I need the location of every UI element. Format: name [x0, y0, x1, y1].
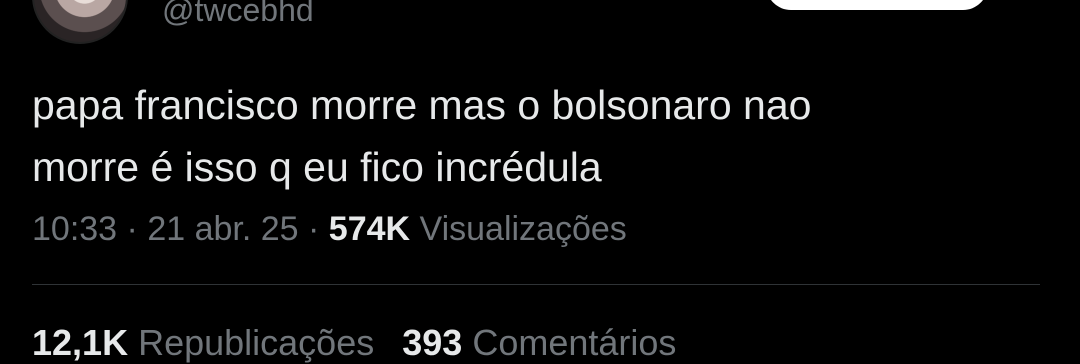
follow-button[interactable] — [766, 0, 988, 10]
views-label[interactable]: Visualizações — [410, 210, 627, 248]
tweet-date[interactable]: 21 abr. 25 — [147, 210, 298, 248]
views-count[interactable]: 574K — [329, 210, 410, 248]
engagement-stats: 12,1K Republicações 393 Comentários — [32, 322, 704, 364]
tweet-text-line-2: morre é isso q eu fico incrédula — [32, 144, 602, 190]
author-handle[interactable]: @twcebhd — [162, 0, 314, 29]
comments-label: Comentários — [462, 322, 677, 363]
divider — [32, 284, 1040, 285]
tweet-time[interactable]: 10:33 — [32, 210, 117, 248]
meta-separator: · — [298, 210, 329, 248]
tweet-meta: 10:33 · 21 abr. 25 · 574K Visualizações — [32, 210, 627, 249]
reposts-stat[interactable]: 12,1K Republicações — [32, 322, 374, 363]
tweet-text: papa francisco morre mas o bolsonaro nao… — [32, 74, 1042, 198]
comments-count: 393 — [402, 322, 463, 363]
reposts-count: 12,1K — [32, 322, 129, 363]
avatar[interactable] — [32, 0, 128, 44]
meta-separator: · — [117, 210, 148, 248]
reposts-label: Republicações — [128, 322, 375, 363]
tweet-text-line-1: papa francisco morre mas o bolsonaro nao — [32, 82, 812, 128]
comments-stat[interactable]: 393 Comentários — [402, 322, 676, 363]
